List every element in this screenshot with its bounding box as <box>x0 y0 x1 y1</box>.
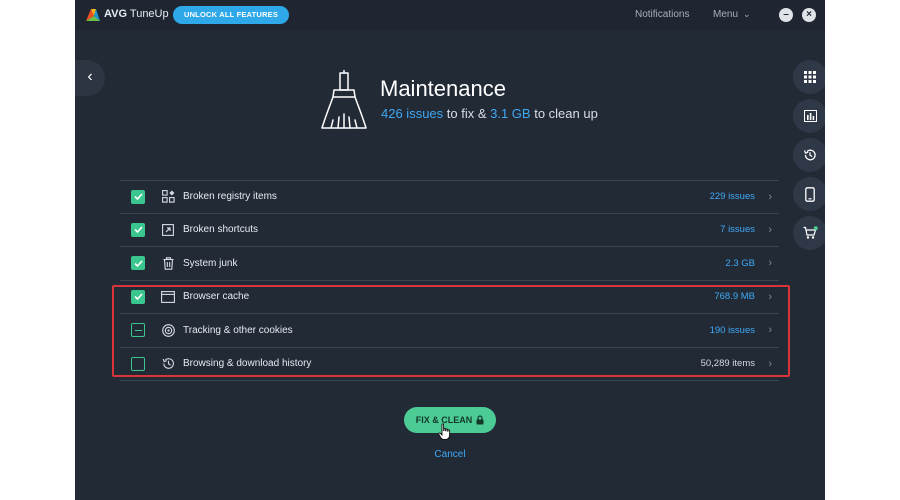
item-label: System junk <box>183 257 238 269</box>
item-value[interactable]: 2.3 GB <box>725 258 755 269</box>
chevron-right-icon[interactable]: › <box>768 191 772 203</box>
back-button[interactable]: ‹ <box>75 60 105 96</box>
chevron-right-icon[interactable]: › <box>768 257 772 269</box>
lock-icon <box>476 415 484 425</box>
clock-history-icon <box>803 149 816 161</box>
phone-icon <box>805 186 815 202</box>
item-value[interactable]: 190 issues <box>710 325 755 336</box>
list-item[interactable]: Browsing & download history 50,289 items… <box>120 348 779 381</box>
history-icon <box>161 357 175 371</box>
minimize-button[interactable]: – <box>779 8 793 22</box>
checkbox[interactable] <box>131 256 145 271</box>
checkbox[interactable] <box>131 189 145 204</box>
checkmark-icon <box>133 293 143 301</box>
trash-icon <box>161 256 175 270</box>
size-suffix: to clean up <box>530 106 598 121</box>
broom-icon <box>321 70 367 129</box>
maintenance-list: Broken registry items 229 issues › Broke… <box>120 180 779 381</box>
item-label: Broken shortcuts <box>183 224 259 236</box>
list-item[interactable]: Broken shortcuts 7 issues › <box>120 214 779 247</box>
chevron-right-icon[interactable]: › <box>768 224 772 236</box>
statistics-button[interactable] <box>793 99 825 133</box>
checkbox[interactable] <box>131 289 145 304</box>
registry-icon <box>161 190 175 204</box>
avg-logo-icon <box>86 9 100 21</box>
chevron-right-icon[interactable]: › <box>768 358 772 370</box>
item-value[interactable]: 7 issues <box>720 224 755 235</box>
hand-cursor-icon <box>438 423 451 440</box>
item-value[interactable]: 229 issues <box>710 191 755 202</box>
item-value[interactable]: 768.9 MB <box>714 291 755 302</box>
unlock-all-features-button[interactable]: UNLOCK ALL FEATURES <box>173 6 289 24</box>
list-item[interactable]: Tracking & other cookies 190 issues › <box>120 314 779 348</box>
tracking-icon <box>161 323 175 337</box>
close-button[interactable]: × <box>802 8 816 22</box>
app-name: AVG TuneUp <box>104 8 169 20</box>
list-item[interactable]: System junk 2.3 GB › <box>120 247 779 281</box>
item-label: Browser cache <box>183 291 250 303</box>
page-title: Maintenance <box>380 76 506 101</box>
list-item[interactable]: Broken registry items 229 issues › <box>120 180 779 214</box>
cart-icon <box>803 226 818 239</box>
shop-button[interactable] <box>793 216 825 250</box>
brand-name: AVG <box>104 8 128 20</box>
chevron-right-icon[interactable]: › <box>768 324 772 336</box>
notifications-link[interactable]: Notifications <box>635 9 689 20</box>
page-subtitle: 426 issues to fix & 3.1 GB to clean up <box>381 106 598 121</box>
checkmark-icon <box>133 260 143 267</box>
issues-count: 426 issues <box>381 106 444 121</box>
checkmark-icon <box>133 193 143 201</box>
item-label: Broken registry items <box>183 191 277 203</box>
title-bar: AVG TuneUp UNLOCK ALL FEATURES Notificat… <box>75 0 825 30</box>
issues-suffix: to fix & <box>443 106 491 121</box>
browser-window-icon <box>161 290 175 304</box>
cleanup-size: 3.1 GB <box>490 106 531 121</box>
apps-grid-button[interactable] <box>793 60 825 94</box>
checkmark-icon <box>133 226 143 234</box>
checkbox[interactable] <box>131 323 145 338</box>
list-item[interactable]: Browser cache 768.9 MB › <box>120 281 779 314</box>
mobile-button[interactable] <box>793 177 825 211</box>
item-label: Browsing & download history <box>183 358 312 370</box>
checkbox[interactable] <box>131 356 145 371</box>
history-button[interactable] <box>793 138 825 172</box>
chevron-right-icon[interactable]: › <box>768 291 772 303</box>
bar-chart-icon <box>803 110 817 122</box>
grid-icon <box>804 71 816 83</box>
menu-link[interactable]: Menu <box>713 9 738 20</box>
item-value[interactable]: 50,289 items <box>701 358 755 369</box>
checkbox[interactable] <box>131 222 145 237</box>
chevron-down-icon[interactable]: ⌄ <box>743 9 751 20</box>
shortcut-icon <box>161 223 175 237</box>
cancel-link[interactable]: Cancel <box>0 449 900 460</box>
product-name: TuneUp <box>129 8 169 20</box>
item-label: Tracking & other cookies <box>183 324 293 336</box>
